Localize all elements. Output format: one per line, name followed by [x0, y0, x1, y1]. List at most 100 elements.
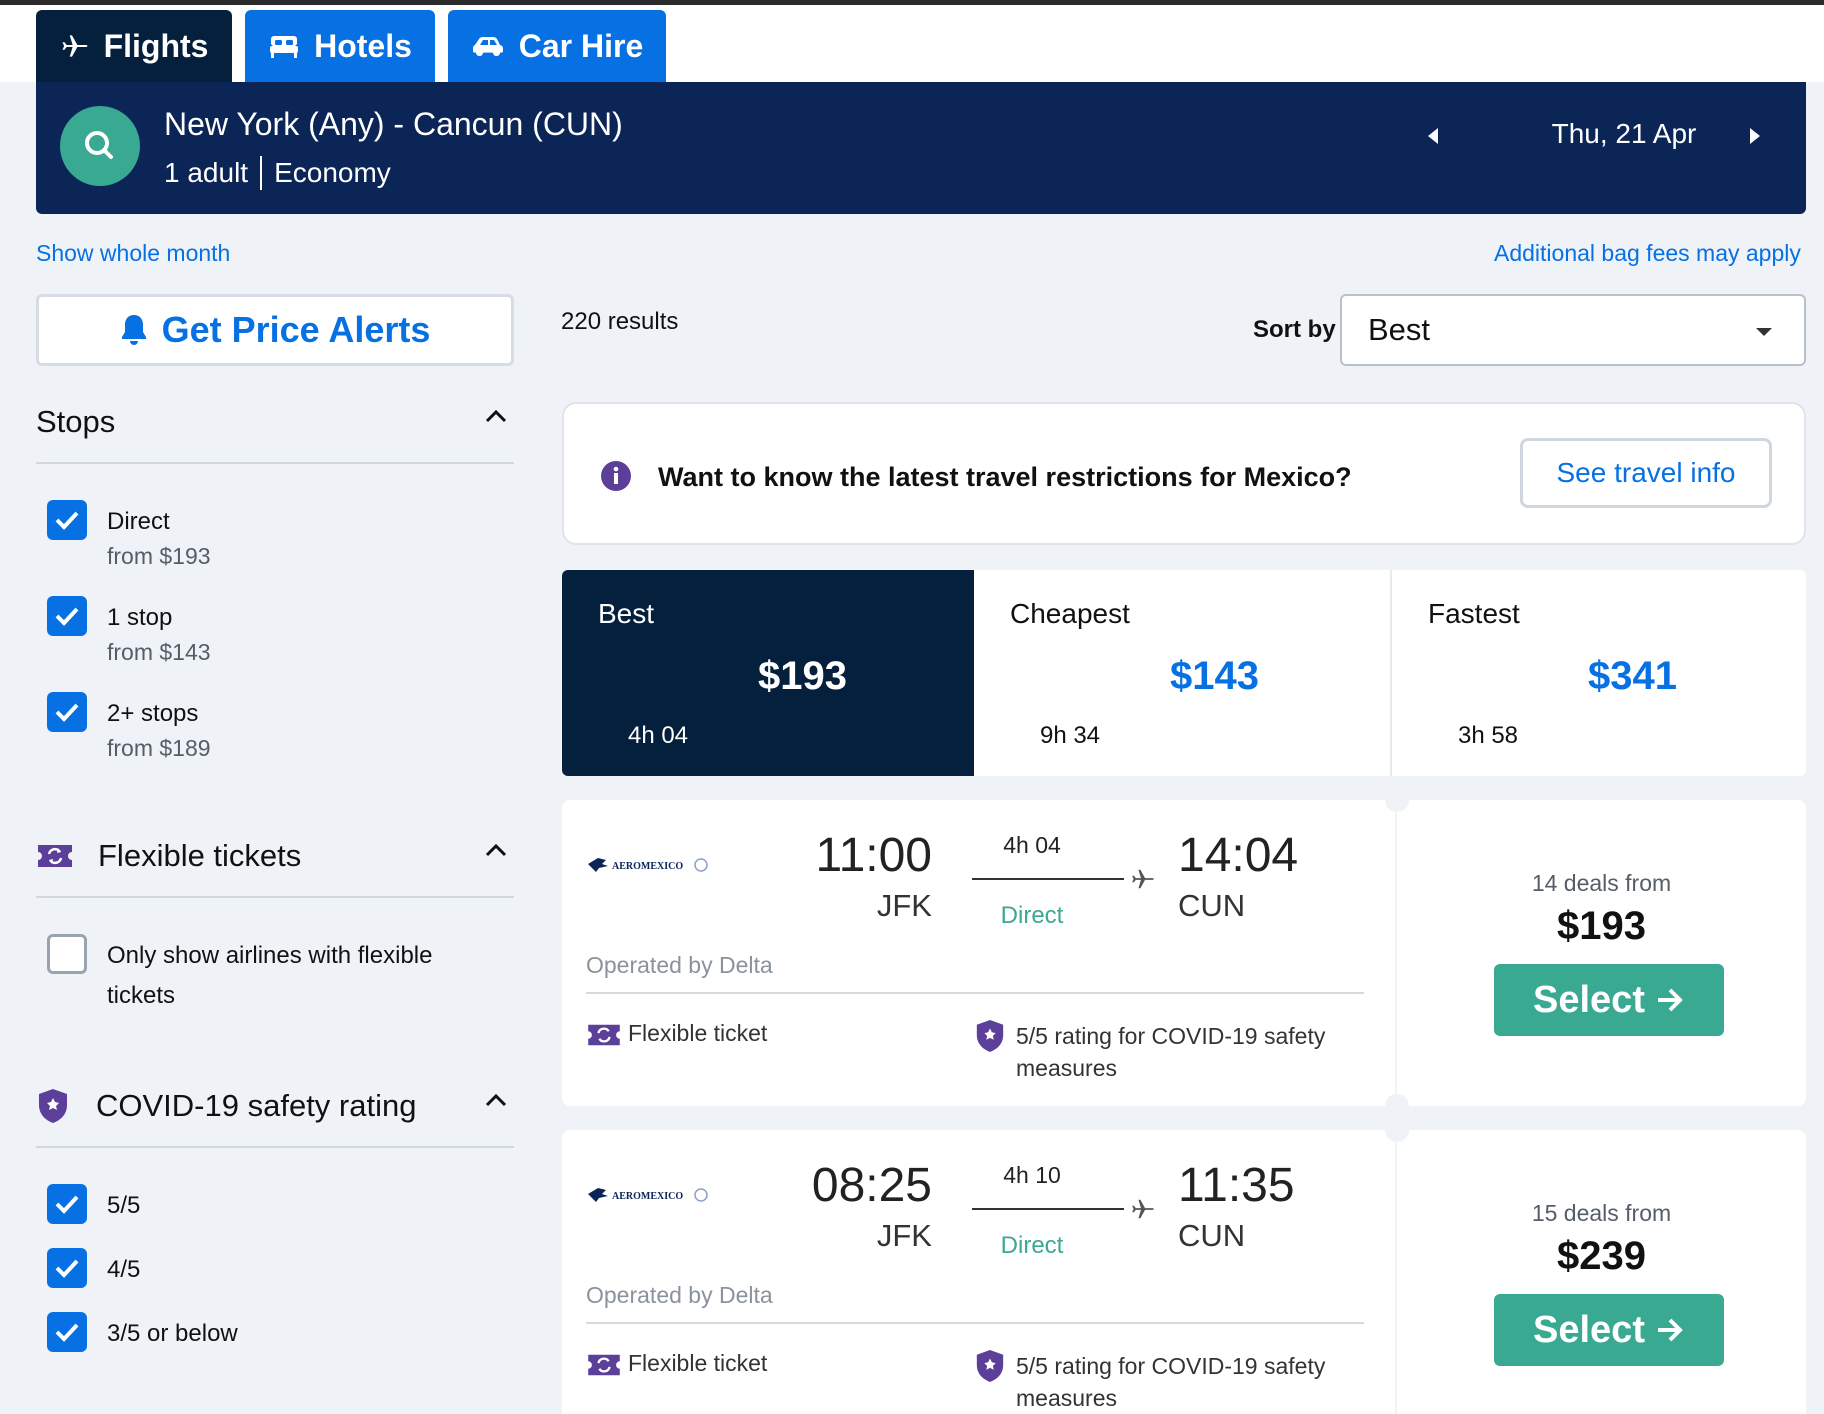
flight-details[interactable]: AEROMEXICO 11:00 JFK 4h 04 Direct 14:04 …	[562, 800, 1395, 1106]
flexible-ticket-icon	[588, 1024, 620, 1046]
ticket-notch	[1385, 1094, 1409, 1118]
flexible-tickets-filter-header[interactable]: Flexible tickets	[36, 828, 514, 884]
shield-icon	[976, 1350, 1004, 1382]
check-icon	[55, 1323, 79, 1342]
flexible-option-label-line-2: tickets	[107, 982, 176, 1009]
checkbox-1-stop[interactable]	[47, 596, 87, 636]
select-label: Select	[1533, 1308, 1645, 1351]
search-summary-bar[interactable]: New York (Any) - Cancun (CUN) 1 adult Ec…	[36, 82, 1806, 214]
flight-price: $239	[1557, 1234, 1646, 1278]
covid-option-label: 5/5	[107, 1192, 141, 1219]
flight-price: $193	[1557, 904, 1646, 948]
results-count: 220 results	[561, 308, 679, 335]
arrow-right-icon	[1657, 1318, 1683, 1342]
next-date-button[interactable]	[1748, 126, 1762, 151]
sort-by-label: Sort by	[1253, 316, 1336, 343]
covid-rating-filter-header[interactable]: COVID-19 safety rating	[36, 1078, 514, 1134]
stops-label: Direct	[1000, 902, 1064, 929]
sort-tab-price: $193	[758, 654, 847, 698]
stops-option-label: Direct	[107, 508, 170, 535]
sort-tab-fastest[interactable]: Fastest $341 3h 58	[1392, 570, 1806, 776]
flight-result-card[interactable]: AEROMEXICO 11:00 JFK 4h 04 Direct 14:04 …	[562, 788, 1806, 1118]
divider	[260, 156, 263, 190]
search-button[interactable]	[60, 106, 140, 186]
chevron-up-icon	[485, 1093, 507, 1107]
plane-icon	[62, 35, 87, 57]
covid-rating-filter-title: COVID-19 safety rating	[96, 1088, 417, 1123]
shield-icon	[39, 1089, 67, 1123]
checkbox-rating-5[interactable]	[47, 1184, 87, 1224]
tab-car-hire-label: Car Hire	[518, 27, 644, 64]
chevron-up-icon	[485, 843, 507, 857]
bag-fees-link[interactable]: Additional bag fees may apply	[1494, 240, 1801, 267]
route-text: New York (Any) - Cancun (CUN)	[164, 106, 623, 142]
caret-left-icon	[1428, 128, 1438, 144]
arrival-airport: CUN	[1178, 1218, 1246, 1253]
stops-option-price: from $189	[107, 735, 211, 761]
stops-label: Direct	[1000, 1232, 1064, 1259]
flight-details[interactable]: AEROMEXICO 08:25 JFK 4h 10 Direct 11:35 …	[562, 1130, 1395, 1414]
show-whole-month-link[interactable]: Show whole month	[36, 240, 230, 267]
plane-icon	[1132, 869, 1154, 889]
sort-by-select[interactable]: Best	[1340, 294, 1806, 366]
sort-tab-name: Cheapest	[1010, 598, 1130, 629]
stops-filter-header[interactable]: Stops	[36, 394, 514, 450]
arrival-airport: CUN	[1178, 888, 1246, 923]
select-button[interactable]: Select	[1494, 964, 1724, 1036]
departure-airport: JFK	[876, 888, 932, 923]
airline-name: AEROMEXICO	[612, 1191, 683, 1202]
flexible-option-label-line-1: Only show airlines with flexible	[107, 942, 433, 969]
operated-by: Operated by Delta	[586, 952, 773, 978]
check-icon	[55, 1259, 79, 1278]
sort-tab-name: Fastest	[1428, 598, 1520, 629]
checkbox-rating-4[interactable]	[47, 1248, 87, 1288]
bell-icon	[121, 315, 146, 345]
deals-count: 15 deals from	[1531, 1200, 1672, 1226]
check-icon	[55, 511, 79, 530]
chevron-up-icon	[485, 409, 507, 423]
divider	[586, 992, 1364, 994]
passenger-summary: 1 adult Economy	[164, 156, 391, 190]
cabin-class-text: Economy	[274, 157, 391, 188]
sort-tab-best[interactable]: Best $193 4h 04	[562, 570, 974, 776]
tab-flights-label: Flights	[103, 27, 209, 64]
info-icon	[601, 461, 631, 491]
get-price-alerts-button[interactable]: Get Price Alerts	[36, 294, 514, 366]
arrow-right-icon	[1657, 988, 1683, 1012]
covid-rating-label: 5/5 rating for COVID-19 safety measures	[1016, 1353, 1326, 1411]
flexible-ticket-label: Flexible ticket	[628, 1350, 768, 1376]
tab-flights[interactable]: Flights	[36, 10, 232, 82]
chevron-down-icon	[1756, 328, 1772, 336]
checkbox-2-plus-stops[interactable]	[47, 692, 87, 732]
stops-filter-title: Stops	[36, 404, 116, 439]
flight-path-line	[972, 1208, 1124, 1210]
flight-duration: 4h 10	[1003, 1162, 1061, 1188]
plane-icon	[1132, 1199, 1154, 1219]
departure-date[interactable]: Thu, 21 Apr	[1524, 118, 1724, 150]
divider	[36, 896, 514, 898]
check-icon	[55, 607, 79, 626]
tab-car-hire[interactable]: Car Hire	[448, 10, 666, 82]
divider	[586, 1322, 1364, 1324]
flexible-ticket-label: Flexible ticket	[628, 1020, 768, 1046]
stops-option-label: 1 stop	[107, 604, 173, 631]
checkbox-rating-3-or-below[interactable]	[47, 1312, 87, 1352]
sort-tab-cheapest[interactable]: Cheapest $143 9h 34	[974, 570, 1390, 776]
bed-icon	[270, 36, 299, 58]
travel-restrictions-banner: Want to know the latest travel restricti…	[562, 402, 1806, 545]
covid-option-label: 4/5	[107, 1256, 141, 1283]
see-travel-info-button[interactable]: See travel info	[1520, 438, 1772, 508]
arrival-time: 14:04	[1178, 829, 1299, 882]
checkbox-flexible-only[interactable]	[47, 934, 87, 974]
price-panel: 14 deals from $193 Select	[1397, 800, 1806, 1106]
shield-icon	[976, 1020, 1004, 1052]
flexible-tickets-filter-title: Flexible tickets	[98, 838, 302, 873]
flight-result-card[interactable]: AEROMEXICO 08:25 JFK 4h 10 Direct 11:35 …	[562, 1118, 1806, 1414]
flexible-ticket-icon	[588, 1354, 620, 1376]
previous-date-button[interactable]	[1426, 126, 1440, 151]
select-button[interactable]: Select	[1494, 1294, 1724, 1366]
checkbox-direct[interactable]	[47, 500, 87, 540]
tab-hotels[interactable]: Hotels	[245, 10, 435, 82]
airline-logo: AEROMEXICO	[588, 858, 708, 872]
deals-count: 14 deals from	[1531, 870, 1672, 896]
